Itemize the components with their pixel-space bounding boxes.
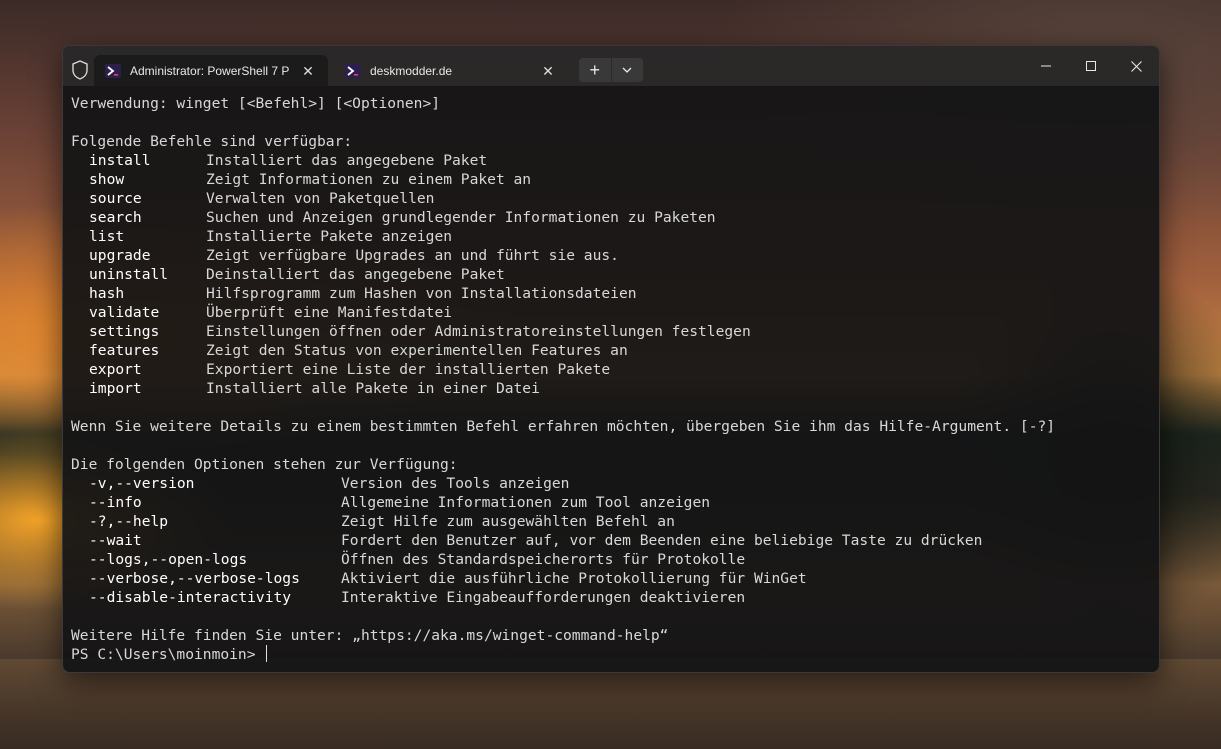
option-name: -?,--help <box>89 513 169 530</box>
command-row: export Exportiert eine Liste der installi… <box>71 360 1151 379</box>
command-row: upgrade Zeigt verfügbare Upgrades an und … <box>71 246 1151 265</box>
command-desc: Zeigt Informationen zu einem Paket an <box>206 171 532 188</box>
command-desc: Installiert alle Pakete in einer Datei <box>206 380 540 397</box>
option-name: --logs,--open-logs <box>89 551 248 568</box>
command-row: search Suchen und Anzeigen grundlegender … <box>71 208 1151 227</box>
title-bar[interactable]: Administrator: PowerShell 7 P ✕ deskmodd… <box>63 46 1159 86</box>
command-desc: Exportiert eine Liste der installierten … <box>206 361 611 378</box>
commands-header: Folgende Befehle sind verfügbar: <box>71 133 353 150</box>
powershell-icon <box>345 63 361 79</box>
option-desc: Öffnen des Standardspeicherorts für Prot… <box>341 551 746 568</box>
command-desc: Installiert das angegebene Paket <box>206 152 488 169</box>
option-desc: Aktiviert die ausführliche Protokollieru… <box>341 570 807 587</box>
text-cursor <box>266 645 268 662</box>
command-name: export <box>89 361 142 378</box>
command-name: validate <box>89 304 160 321</box>
more-help-line: Weitere Hilfe finden Sie unter: „https:/… <box>71 627 669 644</box>
command-row: import Installiert alle Pakete in einer D… <box>71 379 1151 398</box>
option-desc: Interaktive Eingabeaufforderungen deakti… <box>341 589 746 606</box>
close-icon[interactable] <box>1113 46 1159 86</box>
usage-line: Verwendung: winget [<Befehl>] [<Optionen… <box>71 95 441 112</box>
command-row: features Zeigt den Status von experimente… <box>71 341 1151 360</box>
option-name: -v,--version <box>89 475 195 492</box>
command-desc: Deinstalliert das angegebene Paket <box>206 266 505 283</box>
option-desc: Fordert den Benutzer auf, vor dem Beende… <box>341 532 983 549</box>
command-desc: Suchen und Anzeigen grundlegender Inform… <box>206 209 716 226</box>
command-name: import <box>89 380 142 397</box>
new-tab-group: + <box>579 58 643 82</box>
command-row: install Installiert das angegebene Paket <box>71 151 1151 170</box>
option-row: --logs,--open-logs Öffnen des Standardspe… <box>71 550 1151 569</box>
option-name: --wait <box>89 532 142 549</box>
command-name: show <box>89 171 125 188</box>
command-name: uninstall <box>89 266 169 283</box>
command-row: hash Hilfsprogramm zum Hashen von Install… <box>71 284 1151 303</box>
command-desc: Überprüft eine Manifestdatei <box>206 304 453 321</box>
command-name: search <box>89 209 142 226</box>
command-desc: Einstellungen öffnen oder Administratore… <box>206 323 751 340</box>
option-row: -v,--version Version des Tools anzeigen <box>71 474 1151 493</box>
prompt-text: PS C:\Users\moinmoin> <box>71 646 265 663</box>
command-desc: Hilfsprogramm zum Hashen von Installatio… <box>206 285 637 302</box>
command-name: source <box>89 190 142 207</box>
option-desc: Version des Tools anzeigen <box>341 475 570 492</box>
new-tab-button[interactable]: + <box>579 58 612 82</box>
option-name: --info <box>89 494 142 511</box>
tab-label: Administrator: PowerShell 7 P <box>130 63 290 78</box>
options-header: Die folgenden Optionen stehen zur Verfüg… <box>71 456 458 473</box>
command-name: list <box>89 228 125 245</box>
command-row: source Verwalten von Paketquellen <box>71 189 1151 208</box>
command-row: list Installierte Pakete anzeigen <box>71 227 1151 246</box>
close-tab-icon[interactable]: ✕ <box>300 63 316 79</box>
tab-label: deskmodder.de <box>370 63 453 78</box>
command-name: upgrade <box>89 247 151 264</box>
terminal-window: Administrator: PowerShell 7 P ✕ deskmodd… <box>62 45 1160 673</box>
command-desc: Verwalten von Paketquellen <box>206 190 435 207</box>
command-desc: Zeigt verfügbare Upgrades an und führt s… <box>206 247 619 264</box>
command-name: hash <box>89 285 125 302</box>
prompt-line[interactable]: PS C:\Users\moinmoin> <box>71 645 1151 664</box>
command-name: settings <box>89 323 160 340</box>
option-row: --disable-interactivity Interaktive Einga… <box>71 588 1151 607</box>
command-name: features <box>89 342 160 359</box>
command-row: settings Einstellungen öffnen oder Admini… <box>71 322 1151 341</box>
maximize-icon[interactable] <box>1068 46 1114 86</box>
option-row: --wait Fordert den Benutzer auf, vor dem … <box>71 531 1151 550</box>
option-row: --verbose,--verbose-logs Aktiviert die au… <box>71 569 1151 588</box>
option-row: --info Allgemeine Informationen zum Tool … <box>71 493 1151 512</box>
option-desc: Allgemeine Informationen zum Tool anzeig… <box>341 494 711 511</box>
command-row: uninstall Deinstalliert das angegebene Pa… <box>71 265 1151 284</box>
shield-icon <box>71 60 89 80</box>
chevron-down-icon[interactable] <box>612 58 644 82</box>
close-tab-icon[interactable]: ✕ <box>540 63 556 79</box>
command-row: validate Überprüft eine Manifestdatei <box>71 303 1151 322</box>
option-name: --verbose,--verbose-logs <box>89 570 300 587</box>
command-name: install <box>89 152 151 169</box>
terminal-output[interactable]: Verwendung: winget [<Befehl>] [<Optionen… <box>71 94 1151 672</box>
command-row: show Zeigt Informationen zu einem Paket a… <box>71 170 1151 189</box>
minimize-icon[interactable] <box>1023 46 1069 86</box>
command-desc: Installierte Pakete anzeigen <box>206 228 453 245</box>
option-name: --disable-interactivity <box>89 589 292 606</box>
option-row: -?,--help Zeigt Hilfe zum ausgewählten Be… <box>71 512 1151 531</box>
tab-powershell[interactable]: Administrator: PowerShell 7 P ✕ <box>94 55 328 86</box>
tab-deskmodder[interactable]: deskmodder.de ✕ <box>334 55 568 86</box>
powershell-icon <box>105 63 121 79</box>
details-note: Wenn Sie weitere Details zu einem bestim… <box>71 418 1056 435</box>
option-desc: Zeigt Hilfe zum ausgewählten Befehl an <box>341 513 675 530</box>
command-desc: Zeigt den Status von experimentellen Fea… <box>206 342 628 359</box>
